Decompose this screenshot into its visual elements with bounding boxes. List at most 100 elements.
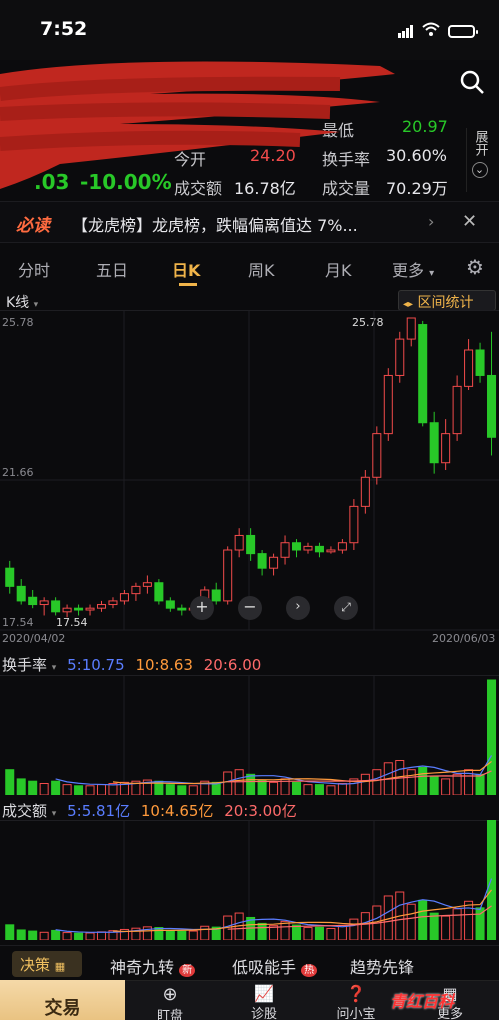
zoom-out-button[interactable]: − <box>238 596 262 620</box>
indicator-bar <box>303 927 313 940</box>
indicator-bar <box>62 784 72 795</box>
fullscreen-icon[interactable]: ⤢ <box>334 596 358 620</box>
kline-label: K线 <box>6 295 30 311</box>
candle-body <box>223 549 233 602</box>
indicator-bar <box>337 924 347 940</box>
indicator-bar <box>292 781 302 795</box>
trade-button[interactable]: 交易 <box>0 980 125 1020</box>
candle-body <box>234 534 244 551</box>
candle-body <box>441 433 451 464</box>
search-button[interactable] <box>458 68 486 96</box>
indicator-bar <box>280 920 290 940</box>
news-headline[interactable]: 【龙虎榜】龙虎榜，跌幅偏离值达 7%... <box>72 212 358 236</box>
indicator-bar <box>246 773 256 795</box>
candle-body <box>257 553 267 569</box>
chevron-right-icon: › <box>428 212 435 231</box>
turnover-ma5: 5:10.75 <box>67 656 125 674</box>
candle-body <box>452 385 462 435</box>
expand-button[interactable]: 展开 ⌄ <box>466 128 492 192</box>
nav-watch-label: 盯盘 <box>156 1009 183 1020</box>
volume-ma5: 5:5.81亿 <box>67 802 131 820</box>
decision-label: 决策 <box>20 956 51 974</box>
candle-body <box>349 505 359 544</box>
volume-ma20: 20:3.00亿 <box>224 802 297 820</box>
pan-right-button[interactable]: › <box>286 596 310 620</box>
indicator-bar <box>326 785 336 795</box>
chevron-down-icon: ⌄ <box>471 162 488 178</box>
indicator-bar <box>96 784 107 795</box>
crosshair-icon: ⊕ <box>162 984 178 1005</box>
battery-icon <box>448 24 478 38</box>
candle-body <box>464 349 474 387</box>
tab-monthly-k[interactable]: 月K <box>325 257 352 281</box>
decision-item-dip-buyer[interactable]: 低吸能手 热 <box>232 954 318 978</box>
decision-item-trend-pioneer[interactable]: 趋势先锋 <box>350 954 414 978</box>
indicator-bar <box>165 929 175 940</box>
volume-ma10: 10:4.65亿 <box>140 802 214 820</box>
indicator-bar <box>96 931 107 940</box>
indicator-bar <box>303 784 313 795</box>
kline-selector[interactable]: K线 ▾ <box>6 292 38 312</box>
tab-more[interactable]: 更多 ▾ <box>392 257 434 281</box>
decision-box-icon: ▦ <box>54 960 66 973</box>
status-icons <box>398 22 478 40</box>
indicator-bar <box>418 766 428 795</box>
decision-item-nine-turns[interactable]: 神奇九转 新 <box>110 954 196 978</box>
nav-ask[interactable]: ❓ 问小宝 <box>336 984 376 1020</box>
indicator-bar <box>28 780 38 795</box>
candle-body <box>487 374 497 438</box>
turnover-ma10: 10:8.63 <box>135 656 193 674</box>
nav-watch[interactable]: ⊕ 盯盘 <box>150 984 190 1020</box>
indicator-bar <box>188 930 198 940</box>
candle-body <box>360 476 370 507</box>
hot-badge: 热 <box>301 964 318 977</box>
candle-body <box>5 567 15 587</box>
candle-body <box>74 607 84 611</box>
range-arrows-icon: ◂▸ <box>403 299 414 310</box>
volume-chart[interactable] <box>0 820 499 940</box>
indicator-bar <box>74 785 84 795</box>
tab-daily-k[interactable]: 日K <box>172 257 200 281</box>
zoom-in-button[interactable]: + <box>190 596 214 620</box>
nav-diagnose-label: 诊股 <box>250 1007 277 1020</box>
ma20-line <box>227 905 492 930</box>
must-read-tag: 必读 <box>16 216 50 236</box>
indicator-bar <box>165 784 175 795</box>
kline-header: K线 ▾ ◂▸ 区间统计 <box>0 290 499 312</box>
indicator-bar <box>188 785 198 795</box>
candle-body <box>131 585 141 595</box>
candle-body <box>269 556 279 569</box>
indicator-bar <box>349 918 359 940</box>
candle-body <box>119 593 129 602</box>
indicator-bar <box>257 779 267 795</box>
tab-weekly-k[interactable]: 周K <box>248 257 275 281</box>
caret-down-icon: ▾ <box>429 268 435 279</box>
indicator-bar <box>5 924 15 940</box>
turnover-indicator-label[interactable]: 换手率 <box>2 656 47 674</box>
indicator-bar <box>154 927 164 940</box>
volume-indicator-label[interactable]: 成交额 <box>2 802 47 820</box>
candle-body <box>211 589 221 602</box>
nav-ask-label: 问小宝 <box>336 1007 376 1020</box>
settings-gear-icon[interactable]: ⚙ <box>466 255 484 279</box>
tab-five-day[interactable]: 五日 <box>96 257 128 281</box>
news-ticker[interactable]: 必读 【龙虎榜】龙虎榜，跌幅偏离值达 7%... › ✕ <box>0 201 499 243</box>
turnover-chart[interactable] <box>0 675 499 795</box>
low-value: 20.97 <box>402 117 448 136</box>
candle-body <box>246 534 256 555</box>
indicator-bar <box>85 932 95 940</box>
nine-turns-label: 神奇九转 <box>110 958 175 977</box>
indicator-bar <box>475 773 485 795</box>
candle-body <box>154 582 164 602</box>
search-icon <box>460 70 484 94</box>
decision-tag[interactable]: 决策 ▦ <box>12 951 82 977</box>
tab-intraday[interactable]: 分时 <box>18 257 50 281</box>
candle-body <box>62 607 72 613</box>
close-icon[interactable]: ✕ <box>462 211 477 232</box>
indicator-bar <box>487 679 497 795</box>
redaction-scribble <box>0 61 395 189</box>
candle-body <box>337 542 347 551</box>
indicator-bar <box>326 927 336 940</box>
nav-diagnose[interactable]: 📈 诊股 <box>244 984 284 1020</box>
range-stats-button[interactable]: ◂▸ 区间统计 <box>398 290 496 311</box>
